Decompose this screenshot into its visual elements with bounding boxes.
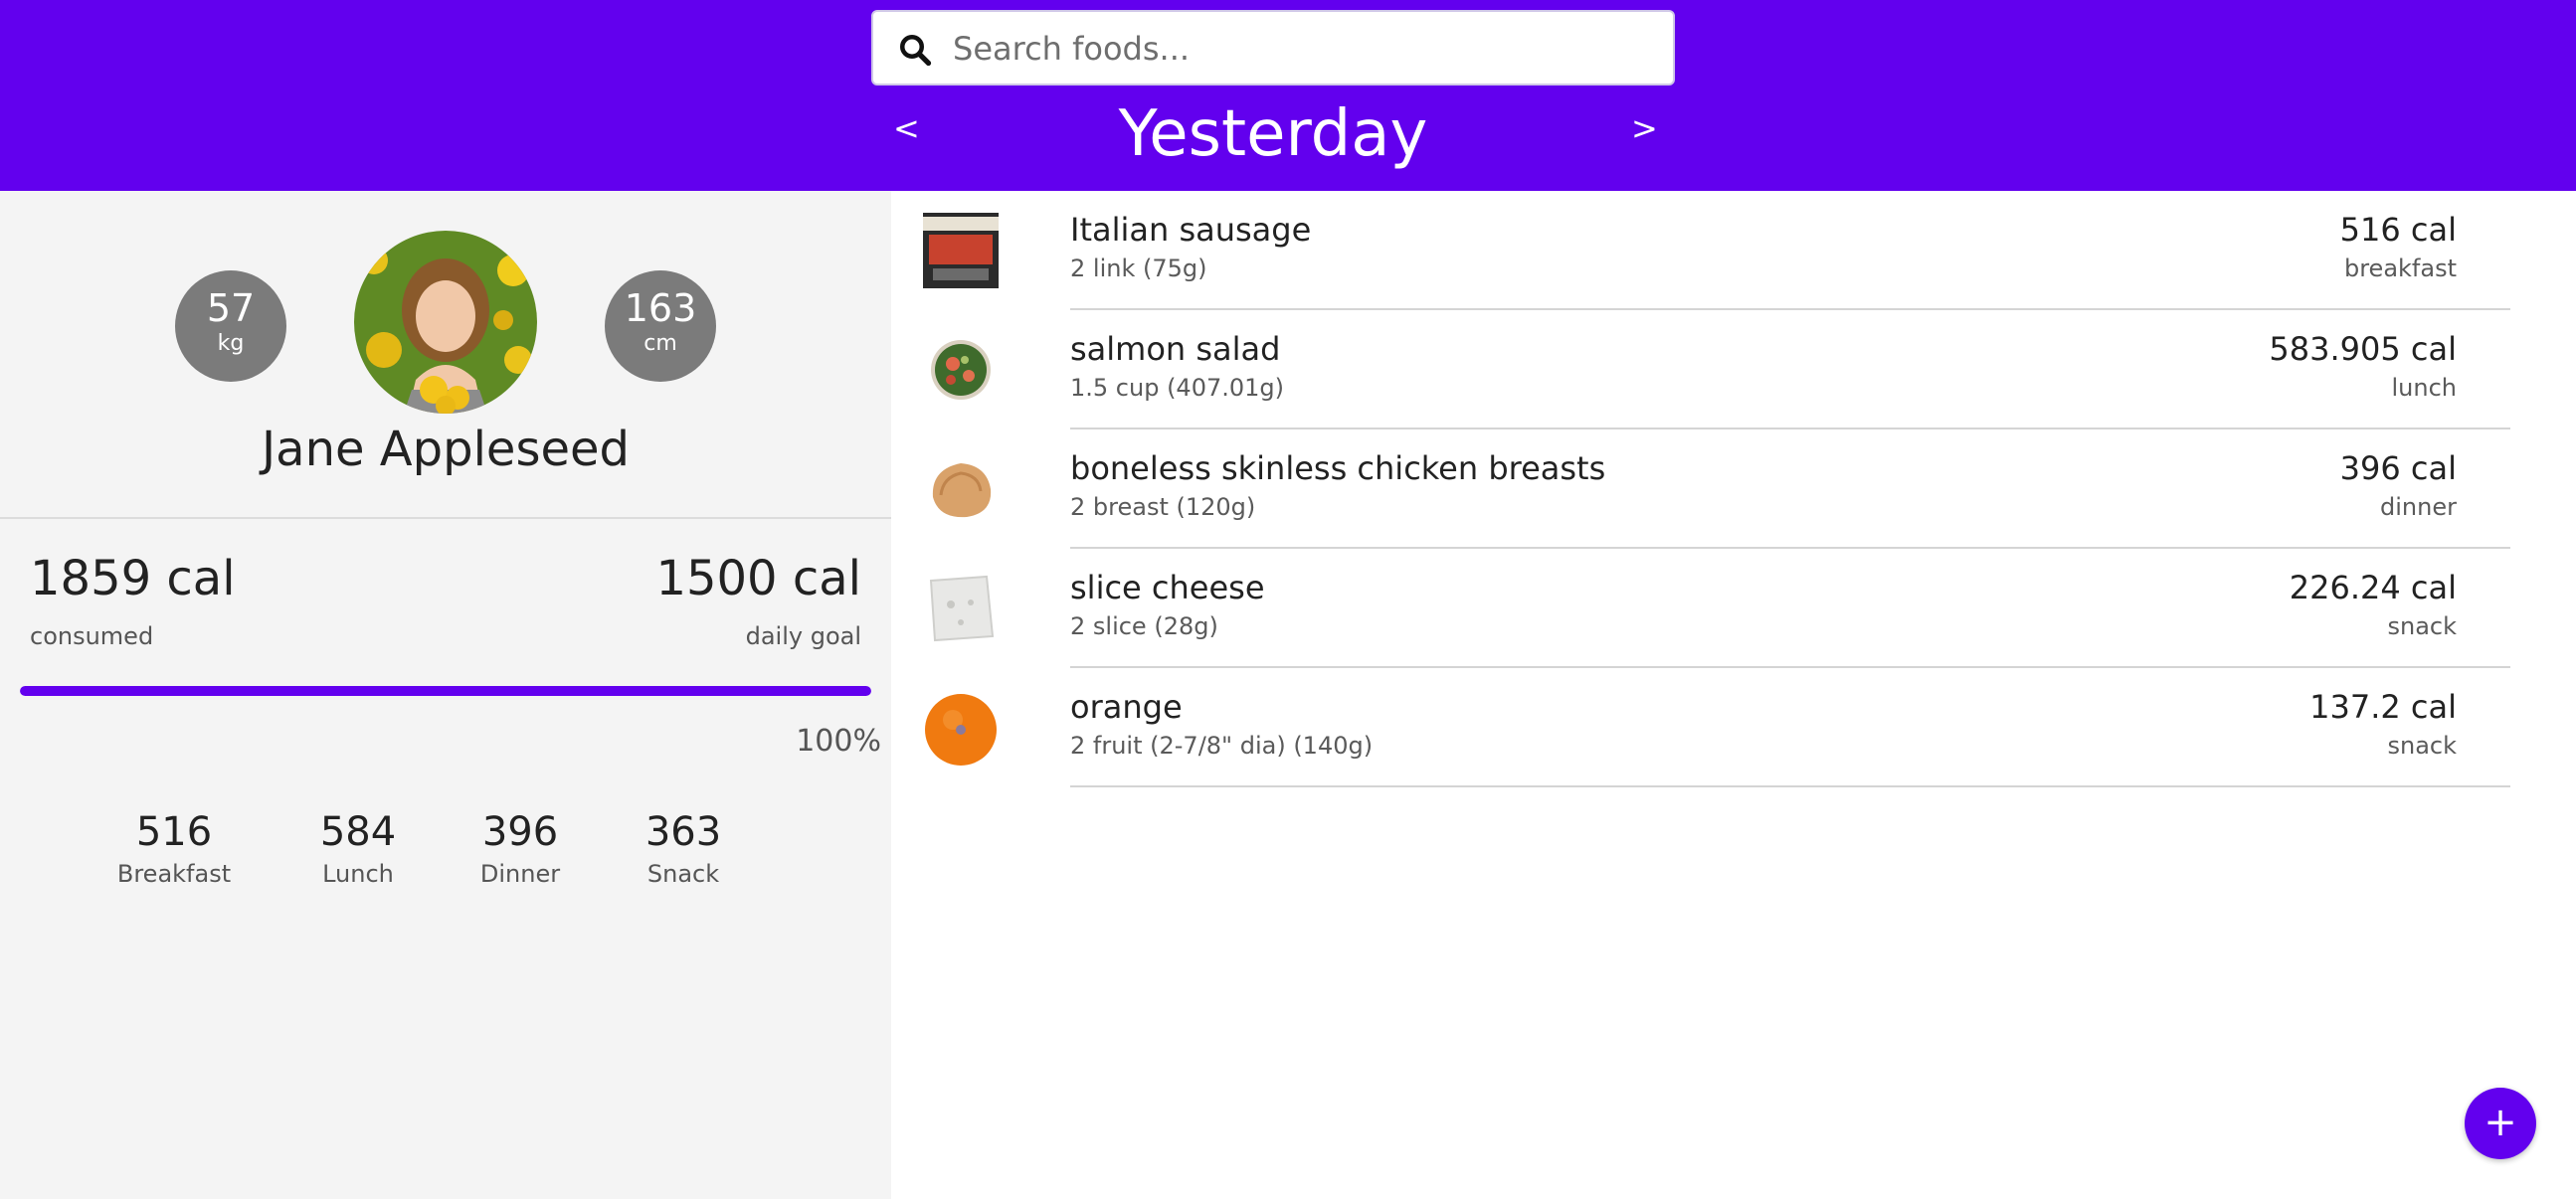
user-name: Jane Appleseed bbox=[262, 422, 630, 477]
next-day-button[interactable]: > bbox=[1631, 109, 1658, 147]
food-meal: snack bbox=[2387, 612, 2457, 640]
calorie-progress-bar bbox=[20, 686, 871, 696]
meal-total-value: 584 bbox=[319, 809, 397, 855]
salad-bowl-icon bbox=[931, 340, 991, 400]
food-quantity: 1.5 cup (407.01g) bbox=[1070, 374, 1285, 402]
food-row[interactable]: slice cheese 2 slice (28g) 226.24 cal sn… bbox=[891, 549, 2576, 668]
search-box[interactable] bbox=[871, 10, 1675, 86]
food-row[interactable]: orange 2 fruit (2-7/8" dia) (140g) 137.2… bbox=[891, 668, 2576, 787]
meal-total-label: Lunch bbox=[322, 860, 394, 888]
summary-panel: 57 kg 163 cm Jane Appleseed 1859 cal con… bbox=[0, 191, 891, 1199]
food-calories: 583.905 cal bbox=[2269, 330, 2457, 368]
chicken-breast-icon bbox=[932, 463, 992, 518]
food-calories: 396 cal bbox=[2339, 449, 2457, 487]
food-quantity: 2 link (75g) bbox=[1070, 255, 1207, 282]
search-input[interactable] bbox=[953, 20, 1649, 78]
height-badge: 163 cm bbox=[605, 270, 716, 382]
meal-total-label: Dinner bbox=[479, 860, 561, 888]
food-quantity: 2 breast (120g) bbox=[1070, 493, 1256, 521]
food-quantity: 2 fruit (2-7/8" dia) (140g) bbox=[1070, 732, 1374, 760]
meal-total-breakfast: 516 Breakfast bbox=[94, 807, 254, 891]
meal-total-value: 396 bbox=[481, 809, 559, 855]
consumed-calories: 1859 cal bbox=[30, 551, 236, 606]
orange-icon bbox=[925, 694, 997, 766]
weight-unit: kg bbox=[217, 331, 245, 356]
top-bar: < Yesterday > bbox=[0, 0, 2576, 191]
food-name: slice cheese bbox=[1070, 569, 1265, 606]
daily-goal-label: daily goal bbox=[745, 622, 861, 650]
height-unit: cm bbox=[644, 331, 677, 356]
progress-percent: 100% bbox=[796, 724, 881, 759]
food-row[interactable]: Italian sausage 2 link (75g) 516 cal bre… bbox=[891, 191, 2576, 310]
meal-total-value: 516 bbox=[135, 809, 213, 855]
food-name: boneless skinless chicken breasts bbox=[1070, 449, 1606, 487]
food-name: salmon salad bbox=[1070, 330, 1281, 368]
food-calories: 516 cal bbox=[2339, 211, 2457, 249]
row-divider bbox=[1070, 785, 2510, 787]
cheese-slice-icon bbox=[929, 575, 995, 642]
calorie-progress-fill bbox=[20, 686, 871, 696]
day-title: Yesterday bbox=[1118, 97, 1428, 171]
food-meal: lunch bbox=[2391, 374, 2458, 402]
profile-photo bbox=[354, 231, 537, 414]
avatar[interactable] bbox=[354, 231, 537, 414]
food-meal: dinner bbox=[2380, 493, 2457, 521]
add-food-button[interactable]: + bbox=[2465, 1088, 2536, 1159]
food-row[interactable]: salmon salad 1.5 cup (407.01g) 583.905 c… bbox=[891, 310, 2576, 429]
food-row[interactable]: boneless skinless chicken breasts 2 brea… bbox=[891, 429, 2576, 549]
meal-total-dinner: 396 Dinner bbox=[441, 807, 600, 891]
food-name: Italian sausage bbox=[1070, 211, 1312, 249]
sausage-package-icon bbox=[923, 213, 999, 288]
meal-total-label: Snack bbox=[646, 860, 720, 888]
meal-total-value: 363 bbox=[644, 809, 722, 855]
food-quantity: 2 slice (28g) bbox=[1070, 612, 1218, 640]
daily-goal-calories: 1500 cal bbox=[655, 551, 861, 606]
weight-value: 57 bbox=[206, 286, 256, 330]
meal-total-lunch: 584 Lunch bbox=[278, 807, 438, 891]
meal-total-label: Breakfast bbox=[116, 860, 232, 888]
height-value: 163 bbox=[624, 286, 697, 330]
food-meal: breakfast bbox=[2343, 255, 2457, 282]
food-name: orange bbox=[1070, 688, 1183, 726]
food-calories: 226.24 cal bbox=[2289, 569, 2457, 606]
meal-total-snack: 363 Snack bbox=[604, 807, 763, 891]
food-calories: 137.2 cal bbox=[2309, 688, 2457, 726]
search-icon bbox=[900, 35, 932, 67]
consumed-label: consumed bbox=[30, 622, 154, 650]
food-meal: snack bbox=[2387, 732, 2457, 760]
weight-badge: 57 kg bbox=[175, 270, 286, 382]
divider bbox=[0, 517, 891, 519]
